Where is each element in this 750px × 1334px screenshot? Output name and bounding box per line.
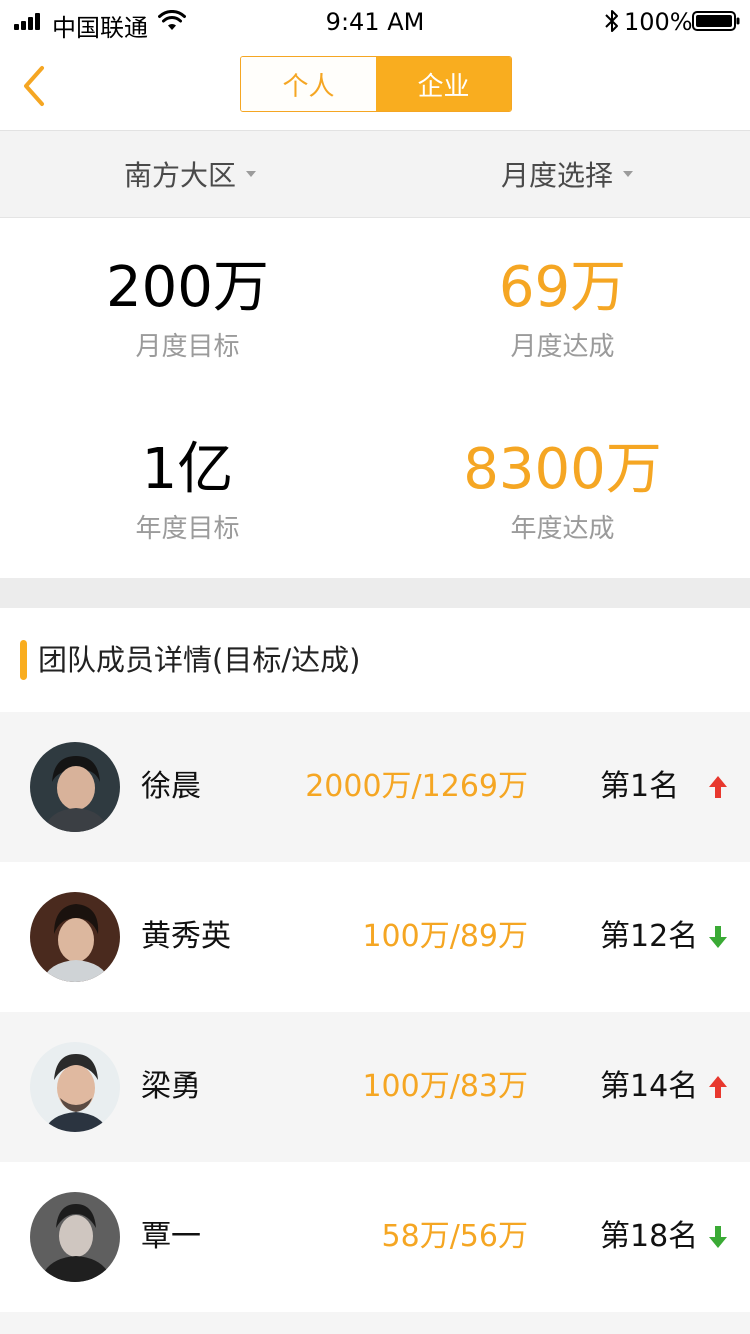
avatar xyxy=(30,1042,120,1132)
member-name: 覃一 xyxy=(141,1219,201,1254)
member-row[interactable]: 覃一 58万/56万 第18名 xyxy=(0,1162,750,1312)
member-name: 徐晨 xyxy=(141,769,201,804)
member-target-achieved: 100万/89万 xyxy=(362,919,528,954)
member-rank: 第1名 xyxy=(600,769,680,804)
caret-down-icon xyxy=(623,171,634,177)
annual-achieved-value: 8300万 xyxy=(463,437,662,502)
section-title: 团队成员详情(目标/达成) xyxy=(38,643,361,677)
arrow-down-icon xyxy=(709,1226,727,1248)
month-filter[interactable]: 月度选择 xyxy=(501,131,634,217)
member-name: 黄秀英 xyxy=(141,919,231,954)
annual-target-value: 1亿 xyxy=(141,437,234,502)
avatar xyxy=(30,892,120,982)
member-name: 梁勇 xyxy=(141,1069,201,1104)
arrow-up-icon xyxy=(709,1076,727,1098)
member-row[interactable]: 徐晨 2000万/1269万 第1名 xyxy=(0,712,750,862)
filter-bar: 南方大区 月度选择 xyxy=(0,131,750,218)
annual-achieved-stat: 8300万 年度达成 xyxy=(375,438,750,545)
list-footer-band xyxy=(0,1312,750,1334)
member-rank: 第18名 xyxy=(600,1219,699,1254)
month-filter-label: 月度选择 xyxy=(501,159,614,192)
monthly-achieved-stat: 69万 月度达成 xyxy=(375,256,750,363)
status-bar: 中国联通 9:41 AM 100% xyxy=(0,0,750,44)
annual-target-label: 年度目标 xyxy=(135,514,240,544)
battery-percentage: 100% xyxy=(624,8,693,36)
chevron-left-icon[interactable] xyxy=(18,62,54,110)
arrow-up-icon xyxy=(709,776,727,798)
battery-icon xyxy=(692,11,740,31)
tab-enterprise[interactable]: 企业 xyxy=(376,57,511,111)
bluetooth-icon xyxy=(605,10,618,32)
tab-personal[interactable]: 个人 xyxy=(241,57,376,111)
monthly-target-stat: 200万 月度目标 xyxy=(0,256,375,363)
avatar xyxy=(30,742,120,832)
member-target-achieved: 100万/83万 xyxy=(362,1069,528,1104)
member-row[interactable]: 梁勇 100万/83万 第14名 xyxy=(0,1012,750,1162)
monthly-achieved-label: 月度达成 xyxy=(510,332,615,362)
caret-down-icon xyxy=(246,171,257,177)
member-target-achieved: 58万/56万 xyxy=(381,1219,528,1254)
member-row[interactable]: 黄秀英 100万/89万 第12名 xyxy=(0,862,750,1012)
navigation-bar: 个人 企业 xyxy=(0,44,750,131)
member-target-achieved: 2000万/1269万 xyxy=(305,769,528,804)
monthly-target-value: 200万 xyxy=(106,255,269,320)
monthly-achieved-value: 69万 xyxy=(498,255,627,320)
segmented-control: 个人 企业 xyxy=(240,56,512,112)
member-rank: 第12名 xyxy=(600,919,699,954)
member-rank: 第14名 xyxy=(600,1069,699,1104)
annual-target-stat: 1亿 年度目标 xyxy=(0,438,375,545)
arrow-down-icon xyxy=(709,926,727,948)
monthly-target-label: 月度目标 xyxy=(135,332,240,362)
region-filter-label: 南方大区 xyxy=(124,159,237,192)
section-accent-bar xyxy=(20,640,27,680)
avatar xyxy=(30,1192,120,1282)
section-divider xyxy=(0,578,750,608)
region-filter[interactable]: 南方大区 xyxy=(124,131,257,217)
annual-achieved-label: 年度达成 xyxy=(510,514,615,544)
